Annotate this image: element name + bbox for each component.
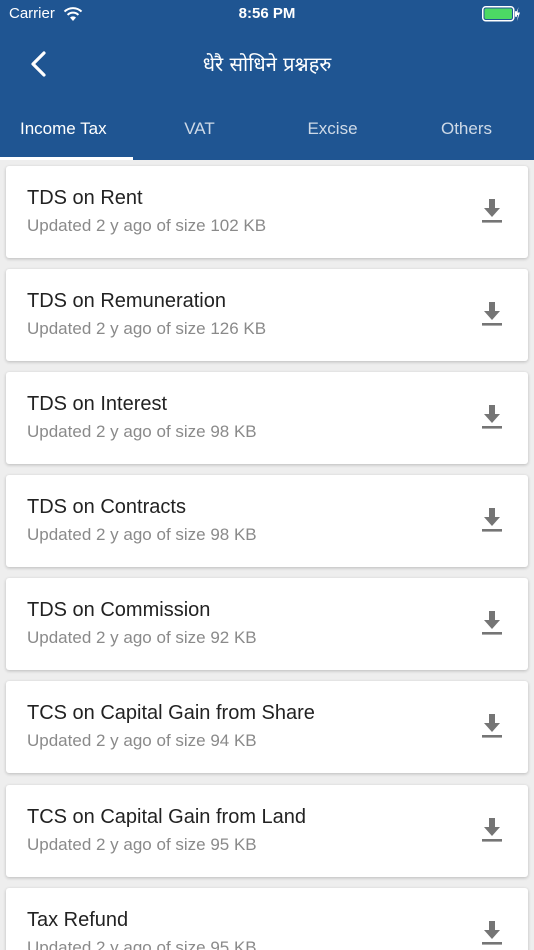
item-subtitle: Updated 2 y ago of size 98 KB (27, 525, 257, 544)
item-subtitle: Updated 2 y ago of size 98 KB (27, 422, 257, 441)
tab-bar: Income Tax VAT Excise Others (0, 104, 534, 160)
download-icon[interactable] (478, 815, 506, 845)
download-icon[interactable] (478, 299, 506, 329)
list-item[interactable]: TDS on Remuneration Updated 2 y ago of s… (6, 269, 528, 361)
item-subtitle: Updated 2 y ago of size 95 KB (27, 938, 257, 950)
item-title: TDS on Interest (27, 393, 168, 415)
download-icon[interactable] (478, 608, 506, 638)
tab-label: Income Tax (20, 119, 107, 138)
list-item[interactable]: TCS on Capital Gain from Share Updated 2… (6, 681, 528, 773)
item-subtitle: Updated 2 y ago of size 126 KB (27, 319, 267, 338)
download-icon[interactable] (478, 918, 506, 948)
item-title: Tax Refund (27, 909, 129, 931)
document-list: TDS on Rent Updated 2 y ago of size 102 … (0, 160, 534, 950)
tab-income-tax[interactable]: Income Tax (0, 104, 133, 160)
item-subtitle: Updated 2 y ago of size 95 KB (27, 835, 257, 854)
item-subtitle: Updated 2 y ago of size 102 KB (27, 216, 267, 235)
tab-vat[interactable]: VAT (133, 104, 266, 160)
nav-bar: धेरै सोधिने प्रश्नहरु (0, 36, 534, 92)
item-subtitle: Updated 2 y ago of size 94 KB (27, 731, 257, 750)
item-title: TDS on Commission (27, 599, 211, 621)
download-icon[interactable] (478, 505, 506, 535)
download-icon[interactable] (478, 402, 506, 432)
item-subtitle: Updated 2 y ago of size 92 KB (27, 628, 257, 647)
tab-label: VAT (184, 119, 215, 138)
app-header: Carrier 8:56 PM धेरै सोधिने प्रश्नहरु In… (0, 0, 534, 160)
item-title: TDS on Remuneration (27, 290, 226, 312)
item-title: TDS on Contracts (27, 496, 186, 518)
tab-label: Excise (307, 119, 358, 138)
battery-icon (482, 6, 520, 22)
tab-others[interactable]: Others (400, 104, 533, 160)
item-title: TCS on Capital Gain from Land (27, 806, 307, 828)
page-title: धेरै सोधिने प्रश्नहरु (202, 52, 332, 76)
status-bar: Carrier 8:56 PM (0, 0, 534, 30)
list-item[interactable]: Tax Refund Updated 2 y ago of size 95 KB (6, 888, 528, 950)
list-item[interactable]: TDS on Commission Updated 2 y ago of siz… (6, 578, 528, 670)
item-title: TCS on Capital Gain from Share (27, 702, 315, 724)
list-item[interactable]: TDS on Contracts Updated 2 y ago of size… (6, 475, 528, 567)
list-item[interactable]: TDS on Rent Updated 2 y ago of size 102 … (6, 166, 528, 258)
list-item[interactable]: TDS on Interest Updated 2 y ago of size … (6, 372, 528, 464)
tab-excise[interactable]: Excise (266, 104, 399, 160)
tab-label: Others (440, 119, 493, 138)
status-time: 8:56 PM (238, 5, 296, 22)
list-item[interactable]: TCS on Capital Gain from Land Updated 2 … (6, 785, 528, 877)
item-title: TDS on Rent (27, 187, 143, 209)
download-icon[interactable] (478, 711, 506, 741)
download-icon[interactable] (478, 196, 506, 226)
